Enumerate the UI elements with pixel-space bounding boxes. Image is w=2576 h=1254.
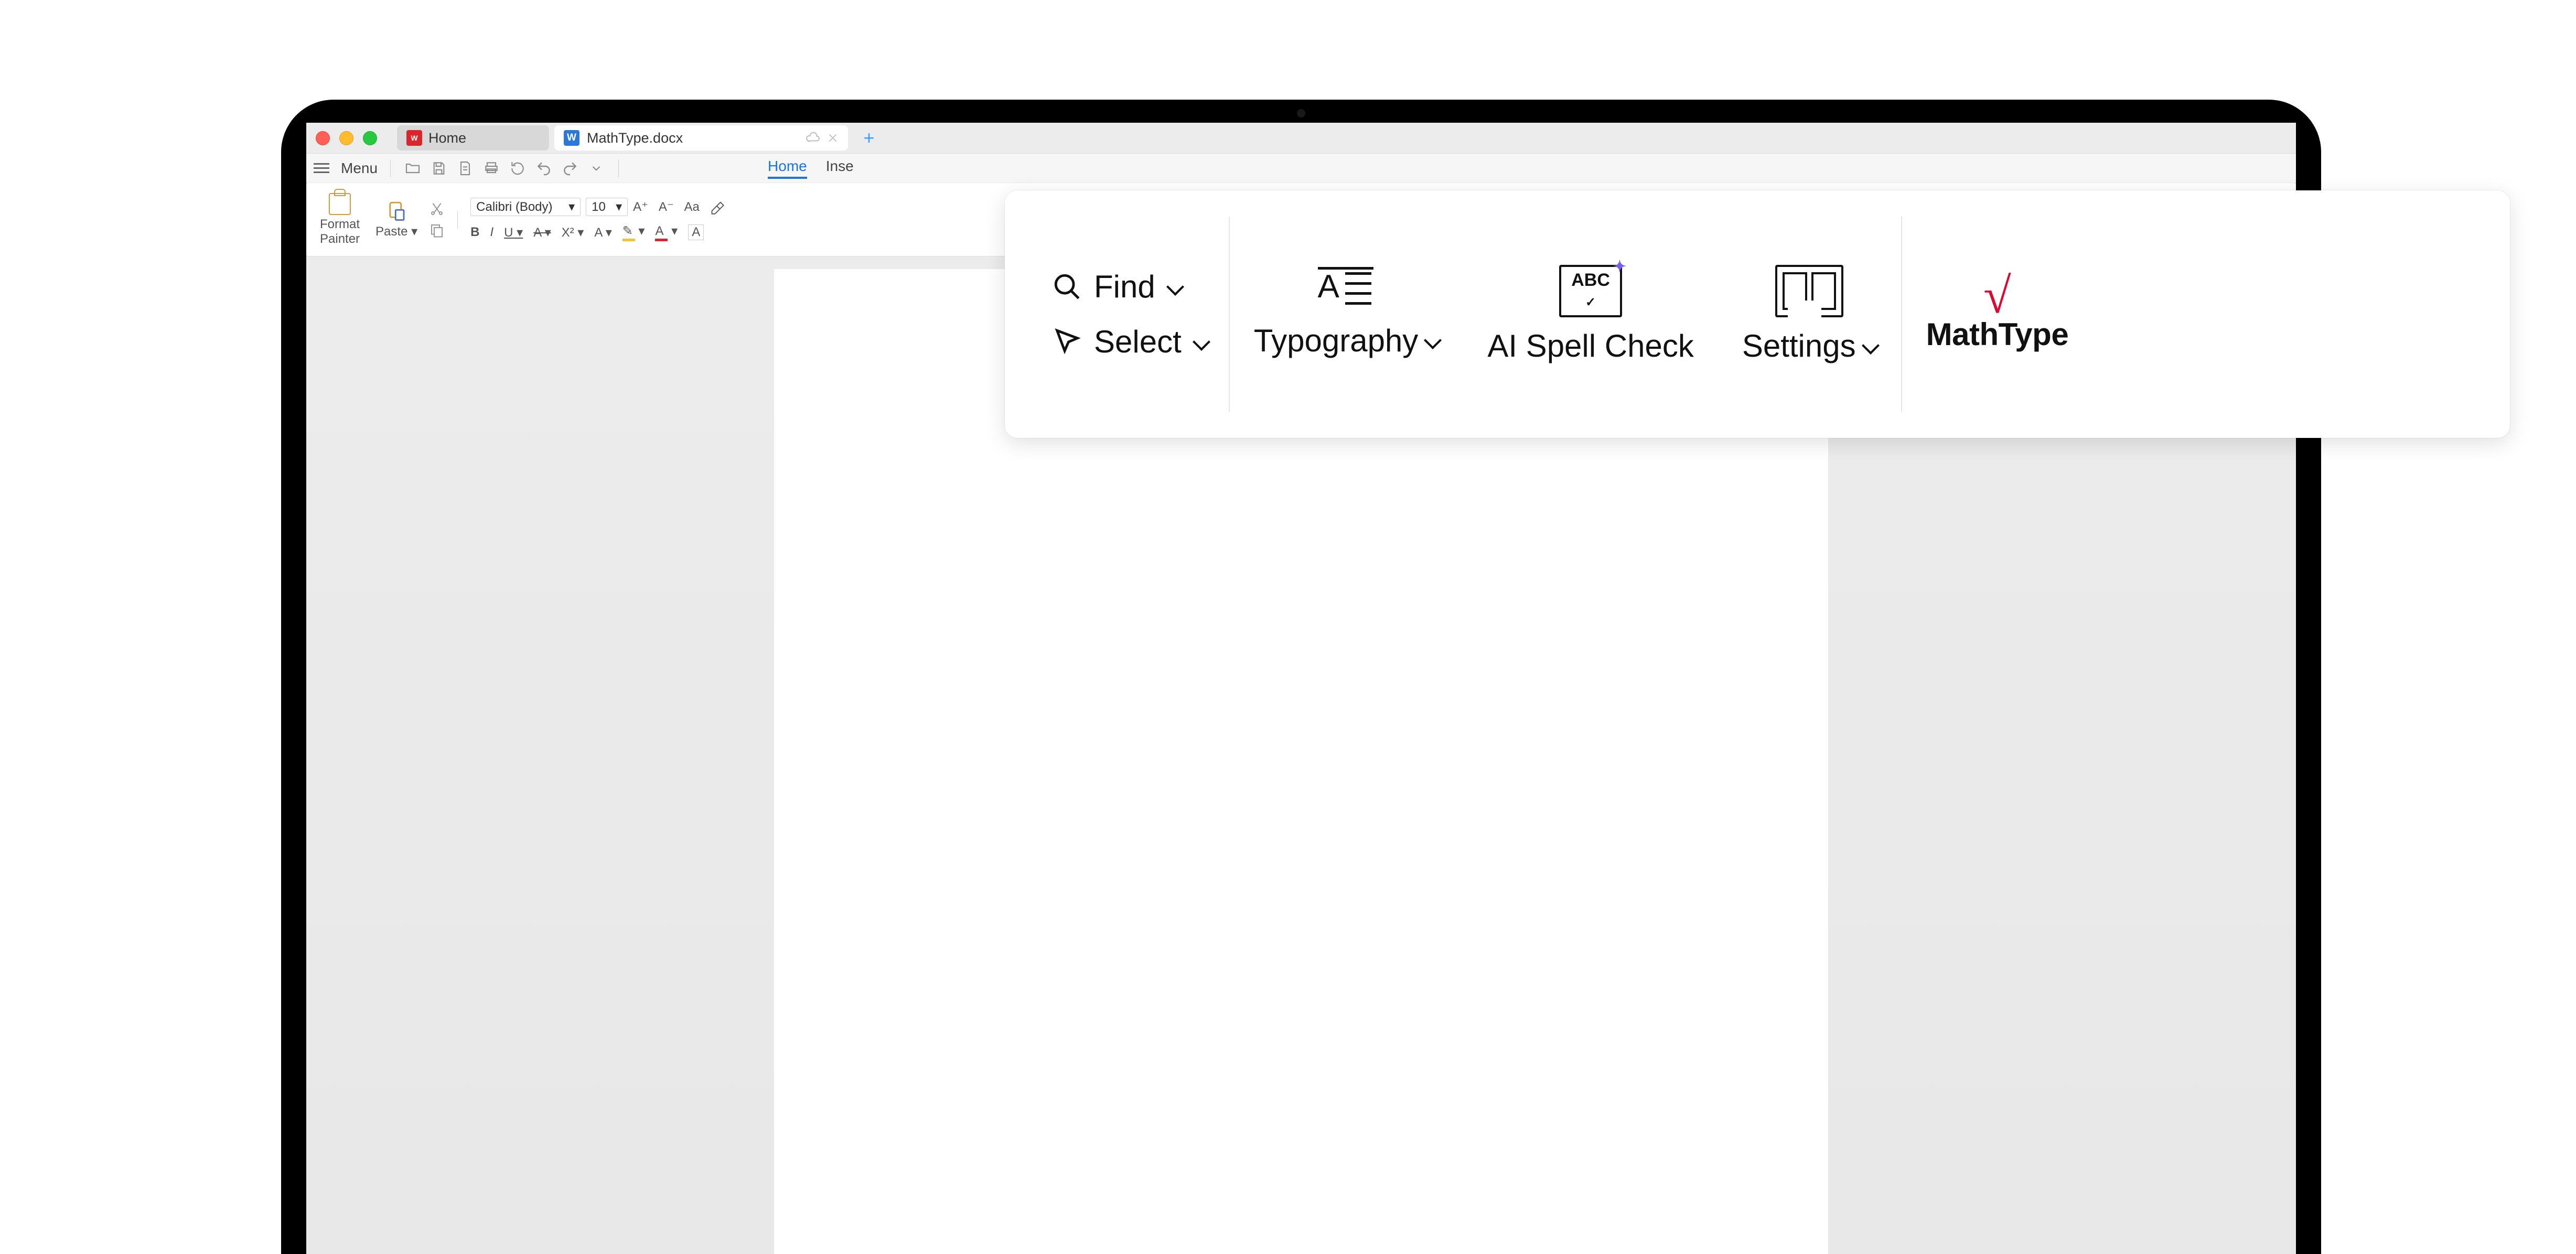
window-controls [316, 131, 377, 145]
chevron-down-icon[interactable] [587, 159, 606, 178]
font-size-value: 10 [592, 200, 606, 215]
copy-icon[interactable] [429, 222, 445, 238]
font-family-value: Calibri (Body) [476, 200, 552, 215]
settings-label: Settings [1742, 328, 1856, 364]
clear-format-icon[interactable] [710, 200, 725, 215]
chevron-down-icon [1166, 278, 1184, 296]
font-effects-button[interactable]: A ▾ [594, 225, 611, 240]
separator [390, 159, 391, 177]
print-preview-icon[interactable] [456, 159, 475, 178]
grow-font-icon[interactable]: A⁺ [633, 199, 648, 215]
search-icon [1052, 272, 1082, 302]
select-label: Select [1094, 324, 1182, 360]
font-size-select[interactable]: 10 ▾ [586, 198, 628, 216]
find-label: Find [1094, 269, 1155, 305]
tab-document-label: MathType.docx [587, 130, 683, 146]
floating-ribbon-panel: Find Select Typography ABC ✦ AI Spell Ch… [1005, 190, 2510, 438]
underline-button[interactable]: U ▾ [504, 225, 523, 240]
paste-icon [385, 200, 407, 222]
spellcheck-button[interactable]: ABC ✦ AI Spell Check [1463, 190, 1718, 438]
tab-home[interactable]: Home [397, 125, 549, 151]
redo-icon[interactable] [561, 159, 579, 178]
mathtype-label: MathType [1926, 316, 2069, 352]
clipboard-extra [429, 201, 445, 238]
font-color-button[interactable]: A ▾ [655, 223, 678, 241]
separator [457, 211, 458, 229]
wrench-icon [1789, 304, 1821, 328]
paste-label: Paste ▾ [375, 224, 417, 239]
typography-label: Typography [1254, 323, 1419, 359]
tab-home-label: Home [428, 130, 466, 146]
menu-label[interactable]: Menu [341, 160, 378, 177]
spellcheck-label: AI Spell Check [1487, 328, 1694, 364]
cursor-icon [1052, 327, 1082, 357]
window-zoom-button[interactable] [363, 131, 377, 145]
select-button[interactable]: Select [1052, 324, 1208, 360]
typography-icon [1318, 270, 1376, 312]
wps-logo-icon [406, 130, 422, 146]
highlight-color-button[interactable]: ✎ ▾ [622, 223, 645, 241]
mathtype-icon: √ [1983, 276, 2011, 316]
new-tab-button[interactable]: + [856, 125, 882, 151]
open-folder-icon[interactable] [403, 159, 422, 178]
ribbon-tab-home[interactable]: Home [768, 158, 807, 179]
format-painter-label: Format Painter [320, 217, 360, 246]
chevron-down-icon [1862, 337, 1880, 355]
ai-sparkle-icon: ✦ [1613, 258, 1626, 276]
strikethrough-button[interactable]: A ▾ [533, 225, 551, 240]
chevron-down-icon [1193, 333, 1210, 351]
font-family-select[interactable]: Calibri (Body) ▾ [470, 198, 581, 216]
change-case-icon[interactable]: Aa [684, 200, 700, 215]
print-icon[interactable] [482, 159, 501, 178]
format-painter-icon [329, 193, 351, 215]
chevron-down-icon: ▾ [616, 199, 622, 215]
hamburger-menu-icon[interactable] [314, 160, 329, 176]
typography-button[interactable]: Typography [1230, 190, 1464, 438]
italic-button[interactable]: I [490, 225, 493, 240]
font-style-row: B I U ▾ A ▾ X² ▾ A ▾ ✎ ▾ A ▾ A [470, 223, 725, 241]
save-icon[interactable] [430, 159, 448, 178]
doc-type-icon: W [564, 130, 579, 146]
bold-button[interactable]: B [470, 225, 479, 240]
ribbon-tabs: Home Inse [768, 158, 854, 179]
chevron-down-icon: ▾ [568, 199, 575, 215]
find-select-group: Find Select [1031, 190, 1229, 438]
titlebar: Home W MathType.docx + [306, 123, 2296, 154]
superscript-button[interactable]: X² ▾ [562, 225, 584, 240]
settings-icon [1775, 265, 1843, 317]
window-close-button[interactable] [316, 131, 330, 145]
tab-document[interactable]: W MathType.docx [554, 125, 848, 151]
mathtype-button[interactable]: √ MathType [1902, 190, 2093, 438]
shrink-font-icon[interactable]: A⁻ [659, 199, 674, 215]
spellcheck-icon: ABC ✦ [1559, 265, 1622, 317]
chevron-down-icon [1424, 331, 1442, 349]
menubar: Menu [306, 154, 2296, 183]
character-shading-button[interactable]: A [688, 224, 704, 240]
undo-icon[interactable] [534, 159, 553, 178]
format-painter-button[interactable]: Format Painter [316, 193, 364, 246]
window-minimize-button[interactable] [339, 131, 353, 145]
separator [618, 159, 619, 177]
cloud-sync-icon [806, 131, 820, 145]
ribbon-tab-insert[interactable]: Inse [826, 158, 854, 179]
cut-icon[interactable] [429, 201, 445, 217]
paste-button[interactable]: Paste ▾ [371, 200, 422, 239]
font-controls-row: Calibri (Body) ▾ 10 ▾ A⁺ A⁻ Aa [470, 198, 725, 216]
settings-button[interactable]: Settings [1718, 190, 1901, 438]
find-button[interactable]: Find [1052, 269, 1208, 305]
tab-close-icon[interactable] [827, 132, 839, 144]
refresh-icon[interactable] [508, 159, 527, 178]
